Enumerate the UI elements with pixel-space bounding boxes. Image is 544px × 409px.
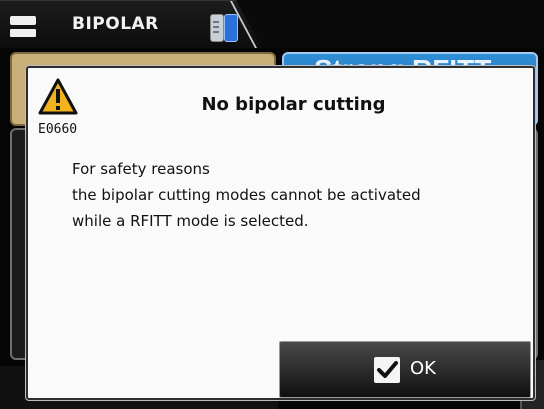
- dialog-message: For safety reasons the bipolar cutting m…: [72, 156, 512, 234]
- ok-button[interactable]: OK: [279, 341, 531, 398]
- dialog-title: No bipolar cutting: [201, 94, 386, 115]
- message-line: the bipolar cutting modes cannot be acti…: [72, 186, 421, 204]
- mode-label: BIPOLAR: [72, 14, 159, 34]
- error-code: E0660: [38, 122, 78, 137]
- ok-label: OK: [410, 358, 436, 379]
- message-line: while a RFITT mode is selected.: [72, 212, 309, 230]
- error-dialog: E0660 No bipolar cutting For safety reas…: [26, 66, 535, 400]
- bipolar-device-icon: [210, 14, 238, 42]
- menu-icon[interactable]: [10, 14, 36, 40]
- screen: BIPOLAR Strong RFITT E0660 No bipolar cu…: [0, 0, 544, 409]
- top-bar: BIPOLAR: [0, 0, 544, 48]
- check-icon: [374, 357, 400, 383]
- message-line: For safety reasons: [72, 160, 210, 178]
